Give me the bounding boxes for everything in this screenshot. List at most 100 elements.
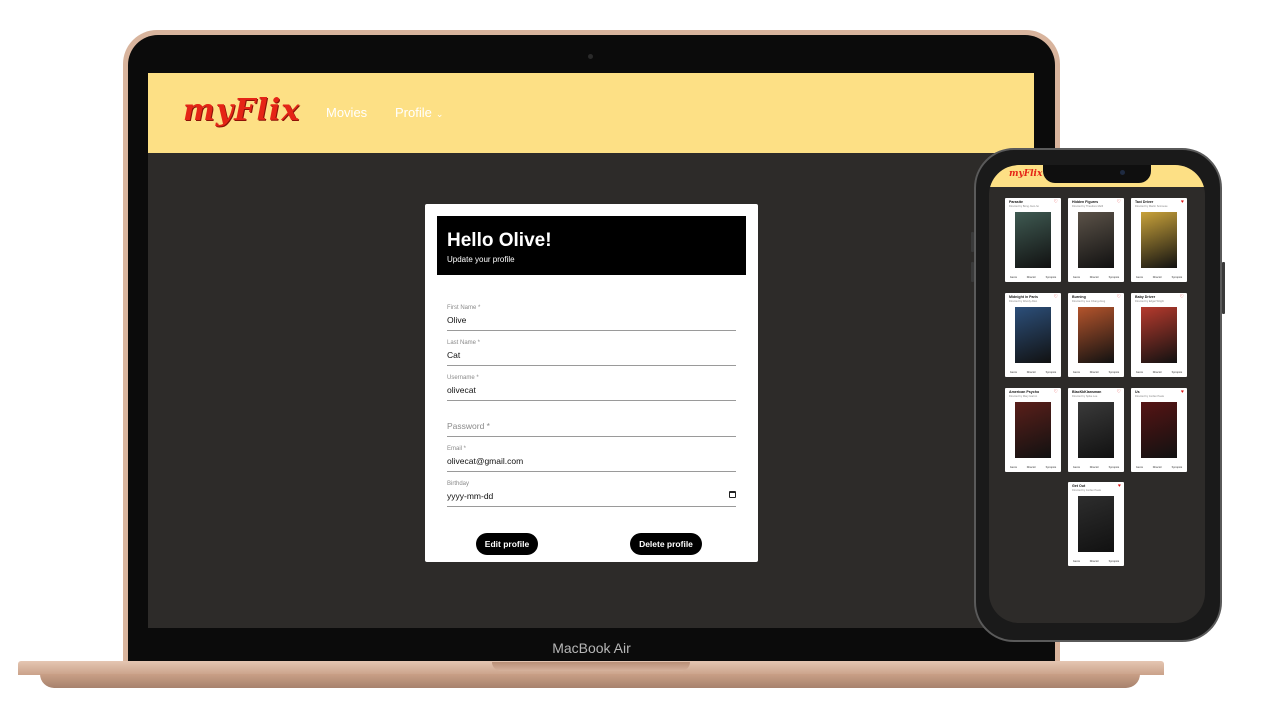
- movie-poster[interactable]: [1078, 212, 1114, 268]
- movie-card[interactable]: Midnight in Paris Directed by Woody Allen…: [1005, 293, 1061, 377]
- birthday-label: Birthday: [447, 481, 470, 487]
- movie-action-link[interactable]: Director: [1027, 371, 1036, 374]
- email-field[interactable]: Email * olivecat@gmail.com: [447, 446, 736, 472]
- movie-poster[interactable]: [1015, 212, 1051, 268]
- movie-action-link[interactable]: Synopsis: [1172, 371, 1183, 374]
- movie-director: Directed by Theodore Melfi: [1072, 205, 1104, 208]
- movie-poster[interactable]: [1141, 307, 1177, 363]
- movie-action-link[interactable]: Synopsis: [1046, 466, 1057, 469]
- movie-action-link[interactable]: Synopsis: [1172, 276, 1183, 279]
- movie-poster[interactable]: [1141, 212, 1177, 268]
- calendar-icon[interactable]: [729, 491, 736, 498]
- heart-icon[interactable]: ♥: [1118, 483, 1121, 489]
- movie-actions: Genre Director Synopsis: [1005, 371, 1061, 374]
- movie-action-link[interactable]: Synopsis: [1046, 276, 1057, 279]
- movie-poster[interactable]: [1078, 307, 1114, 363]
- movie-director: Directed by Lee Chang-dong: [1072, 300, 1106, 303]
- laptop-opening-groove: [492, 662, 690, 671]
- movie-card[interactable]: Us Directed by Jordan Peele ♥ Genre Director…: [1131, 388, 1187, 472]
- movie-action-link[interactable]: Synopsis: [1109, 371, 1120, 374]
- edit-profile-button[interactable]: Edit profile: [476, 533, 538, 555]
- heart-icon[interactable]: ♡: [1117, 294, 1121, 300]
- movie-card[interactable]: Get Out Directed by Jordan Peele ♥ Genre Dir…: [1068, 482, 1124, 566]
- movie-title: Baby Driver: [1135, 295, 1156, 299]
- phone-volume-up: [971, 232, 974, 252]
- movie-poster[interactable]: [1078, 496, 1114, 552]
- myflix-logo[interactable]: myFlix: [183, 93, 300, 128]
- movie-action-link[interactable]: Genre: [1073, 276, 1080, 279]
- profile-form-header: Hello Olive! Update your profile: [437, 216, 746, 275]
- movie-action-link[interactable]: Genre: [1010, 276, 1017, 279]
- movie-action-link[interactable]: Genre: [1010, 466, 1017, 469]
- movie-title: Parasite: [1009, 200, 1023, 204]
- first-name-field[interactable]: First Name * Olive: [447, 305, 736, 331]
- movie-action-link[interactable]: Synopsis: [1172, 466, 1183, 469]
- birthday-field[interactable]: Birthday yyyy-mm-dd: [447, 481, 736, 507]
- movie-action-link[interactable]: Director: [1090, 466, 1099, 469]
- movie-poster[interactable]: [1078, 402, 1114, 458]
- movie-title: Taxi Driver: [1135, 200, 1154, 204]
- delete-profile-button[interactable]: Delete profile: [630, 533, 702, 555]
- movie-action-link[interactable]: Synopsis: [1109, 466, 1120, 469]
- movie-director: Directed by Martin Scorsese: [1135, 205, 1168, 208]
- password-placeholder: Password *: [447, 421, 490, 431]
- movie-poster[interactable]: [1015, 307, 1051, 363]
- movie-action-link[interactable]: Director: [1153, 276, 1162, 279]
- movie-title: American Psycho: [1009, 390, 1040, 394]
- nav-profile-label: Profile: [395, 105, 432, 120]
- movie-card[interactable]: Taxi Driver Directed by Martin Scorsese ♥ G…: [1131, 198, 1187, 282]
- first-name-label: First Name *: [447, 305, 481, 311]
- movie-actions: Genre Director Synopsis: [1005, 466, 1061, 469]
- movie-action-link[interactable]: Genre: [1073, 466, 1080, 469]
- movie-action-link[interactable]: Director: [1153, 371, 1162, 374]
- heart-icon[interactable]: ♡: [1180, 294, 1184, 300]
- movie-action-link[interactable]: Director: [1027, 276, 1036, 279]
- movie-action-link[interactable]: Genre: [1136, 371, 1143, 374]
- last-name-field[interactable]: Last Name * Cat: [447, 340, 736, 366]
- laptop-camera: [588, 54, 593, 59]
- movie-action-link[interactable]: Genre: [1073, 560, 1080, 563]
- movie-action-link[interactable]: Director: [1090, 371, 1099, 374]
- last-name-value: Cat: [447, 350, 461, 360]
- movie-action-link[interactable]: Genre: [1136, 466, 1143, 469]
- movie-director: Directed by Woody Allen: [1009, 300, 1038, 303]
- heart-icon[interactable]: ♥: [1181, 199, 1184, 205]
- heart-icon[interactable]: ♥: [1181, 389, 1184, 395]
- movie-action-link[interactable]: Director: [1027, 466, 1036, 469]
- movie-title: Hidden Figures: [1072, 200, 1099, 204]
- movie-action-link[interactable]: Genre: [1010, 371, 1017, 374]
- movie-title: Us: [1135, 390, 1140, 394]
- movie-action-link[interactable]: Synopsis: [1109, 560, 1120, 563]
- movie-card[interactable]: BlacKkKlansman Directed by Spike Lee ♡ Genr…: [1068, 388, 1124, 472]
- heart-icon[interactable]: ♡: [1054, 294, 1058, 300]
- movie-poster[interactable]: [1015, 402, 1051, 458]
- movie-poster[interactable]: [1141, 402, 1177, 458]
- heart-icon[interactable]: ♡: [1117, 389, 1121, 395]
- movie-title: Midnight in Paris: [1009, 295, 1038, 299]
- movie-card[interactable]: Baby Driver Directed by Edgar Wright ♡ Genr…: [1131, 293, 1187, 377]
- phone-logo[interactable]: myFlix: [1009, 169, 1042, 179]
- movie-action-link[interactable]: Synopsis: [1109, 276, 1120, 279]
- movie-action-link[interactable]: Synopsis: [1046, 371, 1057, 374]
- heart-icon[interactable]: ♡: [1054, 389, 1058, 395]
- movie-action-link[interactable]: Director: [1090, 560, 1099, 563]
- birthday-value: yyyy-mm-dd: [447, 491, 494, 501]
- profile-form-card: Hello Olive! Update your profile First N…: [425, 204, 758, 562]
- nav-movies-link[interactable]: Movies: [326, 105, 367, 120]
- movie-card[interactable]: Hidden Figures Directed by Theodore Melfi…: [1068, 198, 1124, 282]
- movie-title: Burning: [1072, 295, 1086, 299]
- movie-action-link[interactable]: Genre: [1073, 371, 1080, 374]
- movie-card[interactable]: Parasite Directed by Bong Joon-ho ♡ Genre Di…: [1005, 198, 1061, 282]
- heart-icon[interactable]: ♡: [1054, 199, 1058, 205]
- movie-card[interactable]: American Psycho Directed by Mary Harron ♡ G…: [1005, 388, 1061, 472]
- movie-director: Directed by Edgar Wright: [1135, 300, 1164, 303]
- heart-icon[interactable]: ♡: [1117, 199, 1121, 205]
- password-field[interactable]: Password *: [447, 411, 736, 437]
- last-name-label: Last Name *: [447, 340, 481, 346]
- movie-action-link[interactable]: Director: [1090, 276, 1099, 279]
- movie-action-link[interactable]: Genre: [1136, 276, 1143, 279]
- movie-card[interactable]: Burning Directed by Lee Chang-dong ♡ Genre D…: [1068, 293, 1124, 377]
- username-field[interactable]: Username * olivecat: [447, 375, 736, 401]
- nav-profile-dropdown[interactable]: Profile ⌄: [395, 105, 443, 120]
- movie-action-link[interactable]: Director: [1153, 466, 1162, 469]
